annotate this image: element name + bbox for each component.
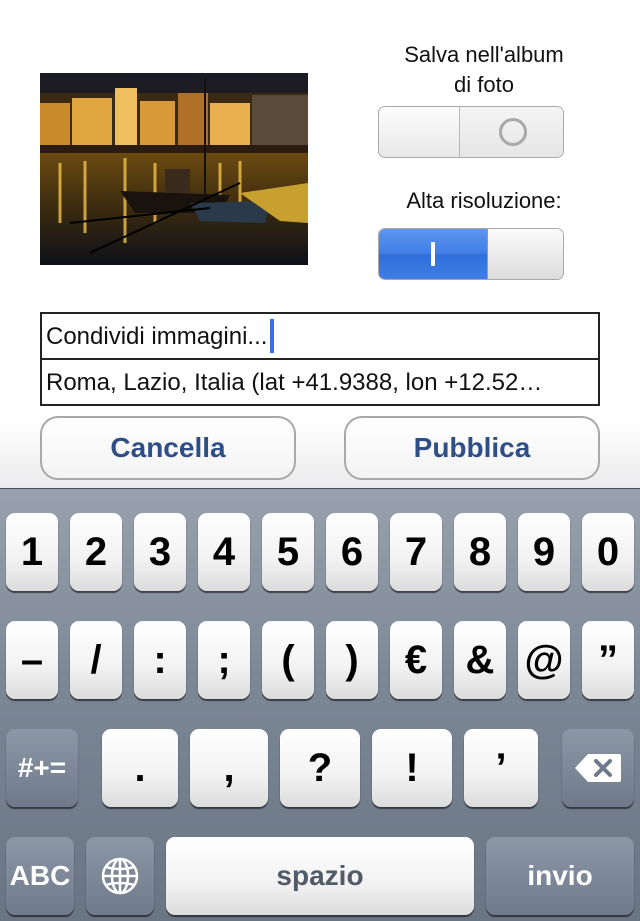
key-comma[interactable]: , xyxy=(190,729,268,807)
caption-input[interactable]: Condividi immagini... xyxy=(40,312,600,360)
key-semicolon[interactable]: ; xyxy=(198,621,250,699)
key-ampersand[interactable]: & xyxy=(454,621,506,699)
globe-key[interactable] xyxy=(86,837,154,915)
location-field[interactable]: Roma, Lazio, Italia (lat +41.9388, lon +… xyxy=(40,358,600,406)
key-4[interactable]: 4 xyxy=(198,513,250,591)
key-5[interactable]: 5 xyxy=(262,513,314,591)
key-8[interactable]: 8 xyxy=(454,513,506,591)
publish-button[interactable]: Pubblica xyxy=(344,416,600,480)
text-cursor xyxy=(270,318,275,353)
key-question[interactable]: ? xyxy=(280,729,360,807)
key-colon[interactable]: : xyxy=(134,621,186,699)
backspace-key[interactable] xyxy=(562,729,634,807)
key-slash[interactable]: / xyxy=(70,621,122,699)
high-res-toggle[interactable] xyxy=(378,228,564,280)
key-9[interactable]: 9 xyxy=(518,513,570,591)
on-indicator-icon xyxy=(431,242,435,266)
key-exclamation[interactable]: ! xyxy=(372,729,452,807)
key-close-paren[interactable]: ) xyxy=(326,621,378,699)
keyboard: 1 2 3 4 5 6 7 8 9 0 – / : ; ( ) € & @ ” … xyxy=(0,488,640,921)
location-text: Roma, Lazio, Italia (lat +41.9388, lon +… xyxy=(46,369,543,396)
key-period[interactable]: . xyxy=(102,729,178,807)
abc-key[interactable]: ABC xyxy=(6,837,74,915)
photo-thumbnail xyxy=(40,73,308,265)
key-3[interactable]: 3 xyxy=(134,513,186,591)
key-6[interactable]: 6 xyxy=(326,513,378,591)
key-at[interactable]: @ xyxy=(518,621,570,699)
globe-icon xyxy=(101,857,139,895)
cancel-button[interactable]: Cancella xyxy=(40,416,296,480)
key-quote[interactable]: ” xyxy=(582,621,634,699)
high-res-label: Alta risoluzione: xyxy=(406,188,562,213)
key-2[interactable]: 2 xyxy=(70,513,122,591)
key-apostrophe[interactable]: ’ xyxy=(464,729,538,807)
save-album-label: Salva nell'album di foto xyxy=(404,42,564,97)
key-7[interactable]: 7 xyxy=(390,513,442,591)
key-open-paren[interactable]: ( xyxy=(262,621,314,699)
key-0[interactable]: 0 xyxy=(582,513,634,591)
key-1[interactable]: 1 xyxy=(6,513,58,591)
caption-text: Condividi immagini... xyxy=(46,323,268,350)
return-key[interactable]: invio xyxy=(486,837,634,915)
save-album-toggle[interactable] xyxy=(378,106,564,158)
space-key[interactable]: spazio xyxy=(166,837,474,915)
key-euro[interactable]: € xyxy=(390,621,442,699)
key-dash[interactable]: – xyxy=(6,621,58,699)
off-indicator-icon xyxy=(498,118,527,146)
symbols-key[interactable]: #+= xyxy=(6,729,78,807)
backspace-icon xyxy=(575,754,621,782)
